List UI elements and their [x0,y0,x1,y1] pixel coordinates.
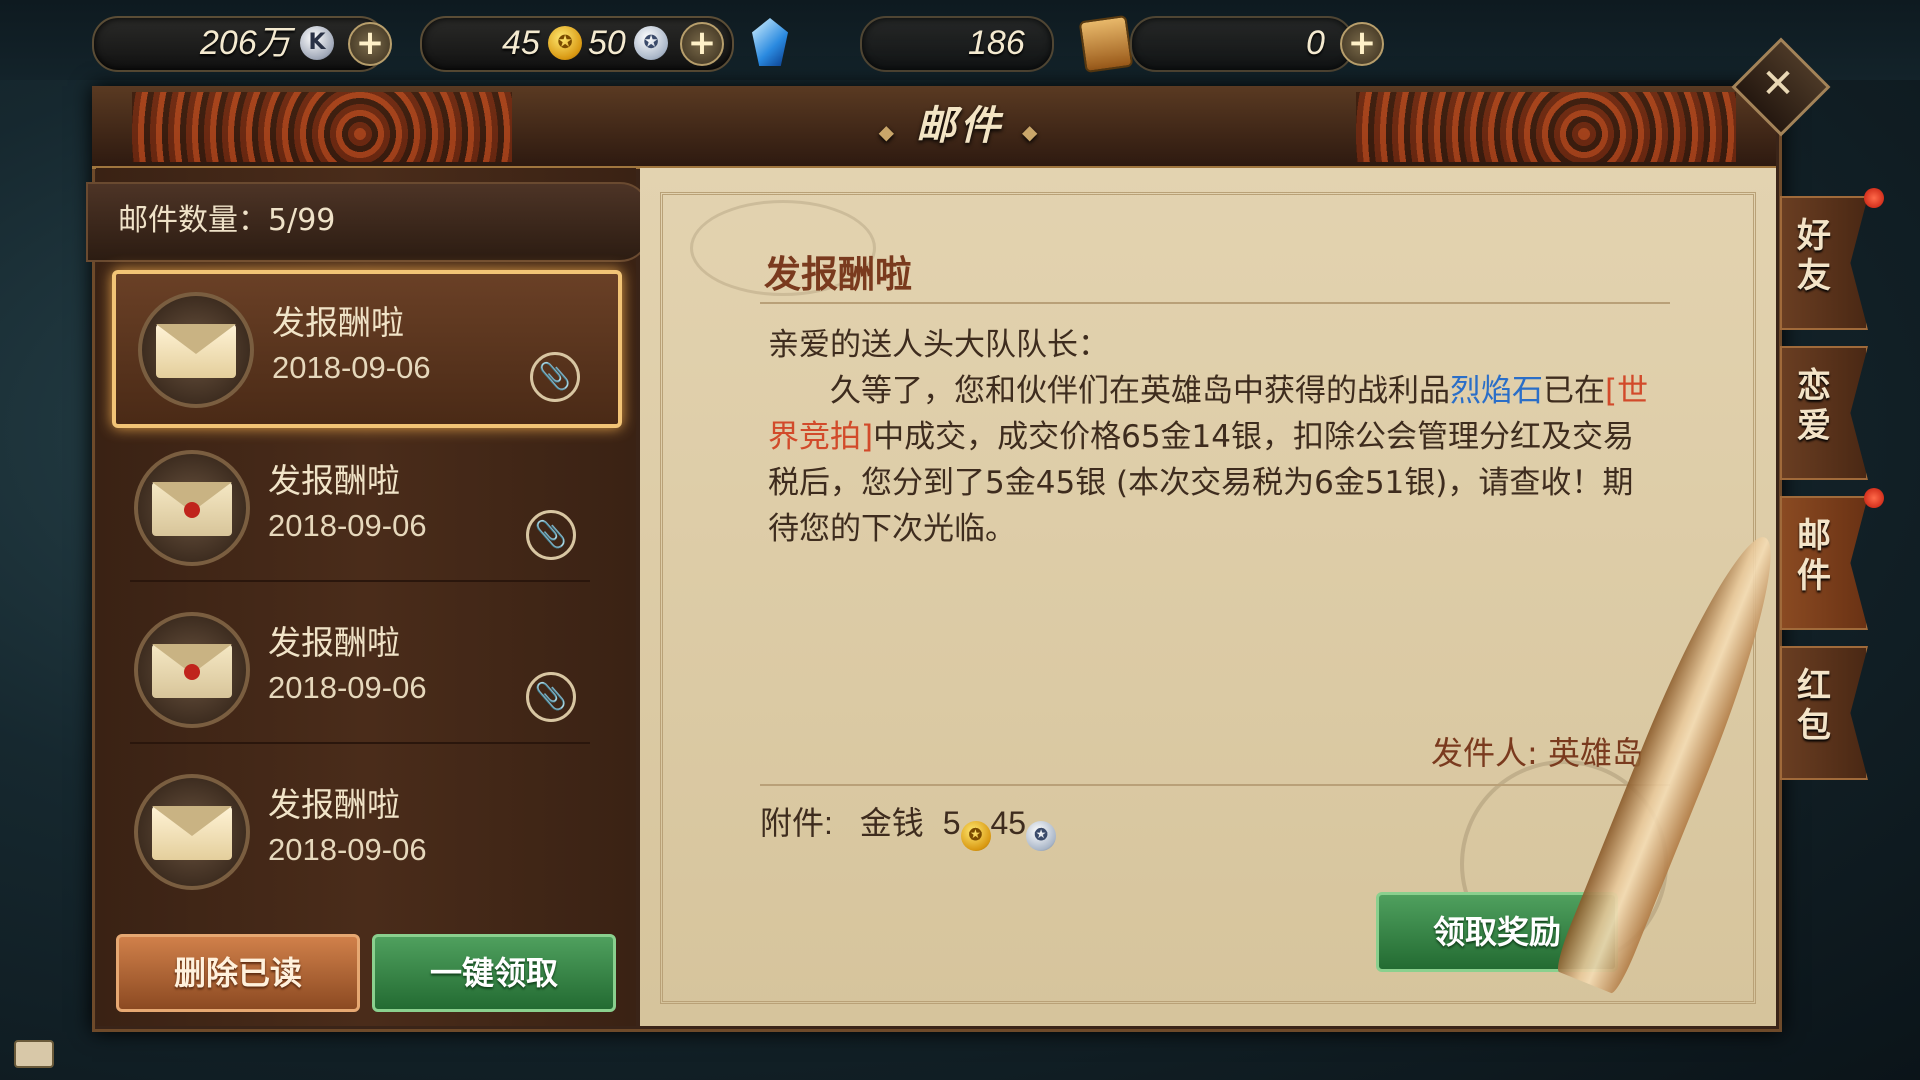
paperclip-icon: 📎 [526,672,576,722]
mail-count-label: 邮件数量：5/99 [118,203,336,238]
envelope-sealed-icon [134,612,250,728]
notification-dot [1864,188,1884,208]
scroll-add-button[interactable]: + [1340,22,1384,66]
silver-value: 50 [588,24,626,62]
title-diamond-right: ◆ [1021,120,1042,144]
delete-read-button[interactable]: 删除已读 [116,934,360,1012]
attachment-type: 金钱 [859,805,924,841]
mail-item-title: 发报酬啦 [268,785,400,824]
notification-dot [1864,488,1884,508]
tab-red-packet-label: 红 包 [1797,666,1831,746]
list-divider [130,742,590,744]
letter-paragraph: 久等了，您和伙伴们在英雄岛中获得的战利品烈焰石已在[世界竞拍]中成交，成交价格6… [768,368,1658,552]
attachment-gold: 5 [942,805,961,841]
mail-item-title: 发报酬啦 [268,623,400,662]
letter-sender: 发件人: 英雄岛 [1431,734,1644,772]
gold-add-button[interactable]: + [680,22,724,66]
k-coin-icon: K [300,26,334,60]
paperclip-icon: 📎 [530,352,580,402]
tab-friends-label: 好 友 [1797,216,1831,296]
envelope-open-icon [138,292,254,408]
mail-item-2[interactable]: 发报酬啦 2018-09-06 📎 [112,432,614,582]
letter-body: 亲爱的送人头大队队长： 久等了，您和伙伴们在英雄岛中获得的战利品烈焰石已在[世界… [768,322,1658,552]
window-title: ◆ 邮件 ◆ [0,86,1920,166]
close-button[interactable]: ✕ [1746,52,1810,116]
silver-coin-icon: ✪ [1026,821,1057,851]
k-coin-add-button[interactable]: + [348,22,392,66]
item-link[interactable]: 烈焰石 [1450,373,1543,409]
silver-coin-icon: ✪ [634,26,668,60]
claim-all-button[interactable]: 一键领取 [372,934,616,1012]
letter-subject: 发报酬啦 [764,253,912,296]
mail-item-1[interactable]: 发报酬啦 2018-09-06 📎 [112,270,622,428]
mail-item-4[interactable]: 发报酬啦 2018-09-06 [112,756,614,906]
chat-icon[interactable] [14,1040,54,1068]
mail-item-date: 2018-09-06 [268,670,427,705]
subject-divider [760,302,1670,304]
mail-item-3[interactable]: 发报酬啦 2018-09-06 📎 [112,594,614,744]
letter-text: 已在 [1543,373,1605,409]
tab-romance-label: 恋 爱 [1797,366,1831,446]
letter-text: 久等了，您和伙伴们在英雄岛中获得的战利品 [830,373,1450,409]
window-title-text: 邮件 [916,103,1004,149]
title-diamond-left: ◆ [878,120,899,144]
attachment-divider [760,784,1670,786]
letter-text: 中成交，成交价格65金14银，扣除公会管理分红及交易税后，您分到了5金45银 (… [768,419,1634,547]
envelope-open-icon [134,774,250,890]
gold-coin-icon: ✪ [960,821,991,851]
paperclip-icon: 📎 [526,510,576,560]
k-coin-value: 206万 [200,24,291,62]
envelope-sealed-icon [134,450,250,566]
mail-item-date: 2018-09-06 [268,508,427,543]
mail-item-title: 发报酬啦 [268,461,400,500]
scroll-icon [1078,14,1134,74]
gold-coin-icon: ✪ [548,26,582,60]
mail-item-date: 2018-09-06 [272,350,431,385]
tickets-value: 186 [968,24,1025,62]
list-divider [130,580,590,582]
scroll-value: 0 [1306,24,1325,62]
attachment-silver: 45 [990,805,1027,841]
attachment-label: 附件: [760,805,833,841]
mail-item-date: 2018-09-06 [268,832,427,867]
attachment-row: 附件: 金钱 5 ✪ 45 ✪ [760,798,1057,851]
letter-greeting: 亲爱的送人头大队队长： [768,327,1109,363]
gold-value: 45 [502,24,540,62]
mail-item-title: 发报酬啦 [272,303,404,342]
tab-mail-label: 邮 件 [1797,516,1831,596]
